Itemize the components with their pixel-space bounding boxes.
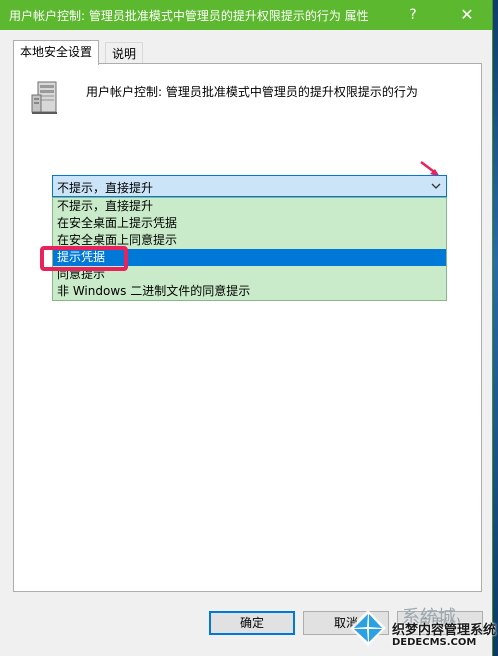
- policy-title: 用户帐户控制: 管理员批准模式中管理员的提升权限提示的行为: [86, 85, 418, 99]
- chevron-down-icon[interactable]: [428, 178, 444, 194]
- behavior-combobox[interactable]: 不提示，直接提升: [52, 175, 447, 197]
- annotation-highlight-box: [40, 246, 128, 271]
- window-title: 用户帐户控制: 管理员批准模式中管理员的提升权限提示的行为 属性: [9, 9, 369, 23]
- dropdown-option[interactable]: 在安全桌面上提示凭据: [53, 215, 446, 232]
- close-button[interactable]: ✕: [444, 0, 490, 30]
- dropdown-option[interactable]: 不提示，直接提升: [53, 198, 446, 215]
- help-button[interactable]: ?: [390, 0, 436, 30]
- watermark-line2: DEDECMS.COM: [392, 637, 477, 648]
- dropdown-option[interactable]: 非 Windows 二进制文件的同意提示: [53, 283, 446, 300]
- ok-button[interactable]: 确定: [209, 611, 295, 635]
- title-bar: 用户帐户控制: 管理员批准模式中管理员的提升权限提示的行为 属性 ? ✕: [0, 0, 492, 30]
- watermark: 系统城 织梦内容管理系统 DEDECMS.COM: [340, 600, 498, 656]
- tab-panel: 用户帐户控制: 管理员批准模式中管理员的提升权限提示的行为 不提示，直接提升 不…: [13, 63, 482, 592]
- properties-dialog: 用户帐户控制: 管理员批准模式中管理员的提升权限提示的行为 属性 ? ✕ 本地安…: [0, 0, 496, 656]
- tab-explain[interactable]: 说明: [105, 42, 144, 65]
- windows-logo-icon: [350, 610, 386, 646]
- combobox-value: 不提示，直接提升: [57, 181, 154, 195]
- watermark-line1: 织梦内容管理系统: [392, 623, 497, 638]
- tab-local-security-setting[interactable]: 本地安全设置: [13, 40, 100, 65]
- server-icon: [31, 81, 57, 114]
